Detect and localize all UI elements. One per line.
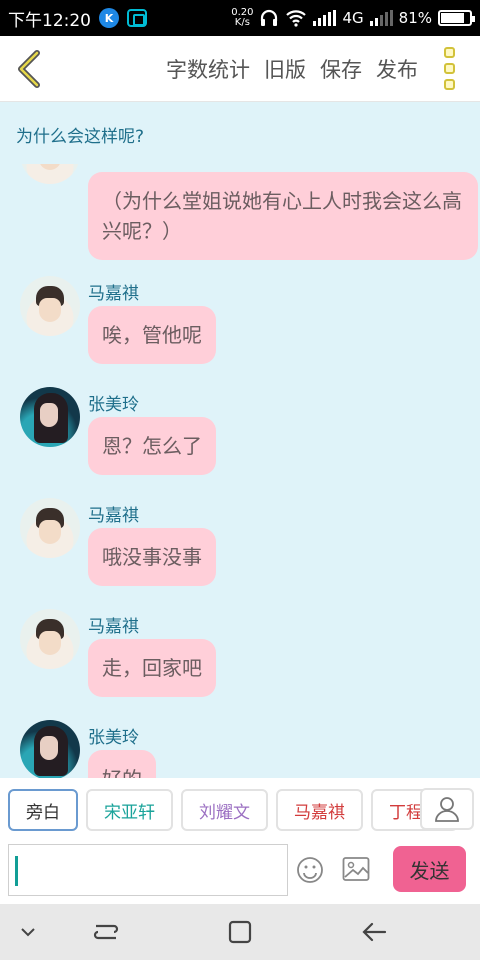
more-dot-icon <box>443 63 455 74</box>
publish-button[interactable]: 发布 <box>376 54 418 84</box>
role-character[interactable]: 宋亚轩 <box>86 789 173 831</box>
save-button[interactable]: 保存 <box>320 54 362 84</box>
message-bubble[interactable]: 走，回家吧 <box>88 639 216 697</box>
system-nav-bar <box>0 904 480 960</box>
manage-roles-button[interactable] <box>420 788 474 830</box>
message-bubble[interactable]: 恩？怎么了 <box>88 417 216 475</box>
sender-name: 马嘉祺 <box>88 506 139 526</box>
avatar[interactable] <box>20 387 80 447</box>
role-selector: 旁白 宋亚轩 刘耀文 马嘉祺 丁程鑫 <box>0 778 480 842</box>
message-bubble[interactable]: 哦没事没事 <box>88 528 216 586</box>
avatar[interactable] <box>20 609 80 669</box>
chapter-title[interactable]: 为什么会这样呢? <box>16 122 144 147</box>
status-time: 下午12:20 <box>8 10 91 31</box>
home-square-icon <box>228 920 252 944</box>
back-nav-button[interactable] <box>360 918 388 946</box>
message-input[interactable] <box>8 844 288 896</box>
person-icon <box>435 797 459 822</box>
sender-name: 张美玲 <box>88 395 139 415</box>
app-notification-icon: K <box>99 8 119 28</box>
role-character[interactable]: 刘耀文 <box>181 789 268 831</box>
message-list[interactable]: （为什么堂姐说她有心上人时我会这么高兴呢？） 马嘉祺 唉，管他呢 张美玲 恩？怎… <box>0 164 480 778</box>
word-count-button[interactable]: 字数统计 <box>166 54 250 84</box>
recent-apps-button[interactable] <box>92 918 120 946</box>
signal-strength-secondary-icon <box>369 10 393 26</box>
composer: 发送 <box>0 842 480 904</box>
sender-name: 张美玲 <box>88 728 139 748</box>
headphones-icon <box>261 9 278 26</box>
network-type: 4G <box>342 9 364 27</box>
avatar[interactable] <box>20 720 80 778</box>
chevron-down-icon <box>21 928 35 937</box>
scan-notification-icon <box>127 9 147 27</box>
more-dot-icon <box>443 79 455 90</box>
more-menu-button[interactable] <box>418 36 480 102</box>
battery-percent: 81% <box>398 9 432 27</box>
hide-nav-button[interactable] <box>14 918 42 946</box>
role-character[interactable]: 马嘉祺 <box>276 789 363 831</box>
sender-name: 马嘉祺 <box>88 617 139 637</box>
battery-icon <box>438 10 475 26</box>
status-bar: 下午12:20 K 0.20 K/s 4G 81% <box>0 0 480 36</box>
role-narrator[interactable]: 旁白 <box>8 789 78 831</box>
network-speed: 0.20 K/s <box>231 7 254 28</box>
old-version-button[interactable]: 旧版 <box>264 54 306 84</box>
avatar[interactable] <box>20 276 80 336</box>
send-button[interactable]: 发送 <box>393 846 466 892</box>
home-button[interactable] <box>226 918 254 946</box>
message-bubble[interactable]: （为什么堂姐说她有心上人时我会这么高兴呢？） <box>88 172 478 260</box>
text-cursor <box>15 856 18 886</box>
avatar[interactable] <box>20 164 80 184</box>
back-button[interactable] <box>0 36 60 102</box>
emoji-icon[interactable] <box>296 856 324 884</box>
image-icon[interactable] <box>342 856 370 882</box>
sender-name: 马嘉祺 <box>88 284 139 304</box>
wifi-icon <box>286 10 307 27</box>
chevron-left-icon <box>18 49 40 88</box>
avatar[interactable] <box>20 498 80 558</box>
signal-strength-icon <box>313 10 337 26</box>
message-bubble[interactable]: 好的 <box>88 750 156 778</box>
editor-toolbar: 字数统计 旧版 保存 发布 <box>0 36 480 102</box>
back-arrow-icon <box>362 922 387 942</box>
more-dot-icon <box>443 47 455 58</box>
message-bubble[interactable]: 唉，管他呢 <box>88 306 216 364</box>
battery-level <box>441 13 464 23</box>
recents-icon <box>93 924 119 940</box>
